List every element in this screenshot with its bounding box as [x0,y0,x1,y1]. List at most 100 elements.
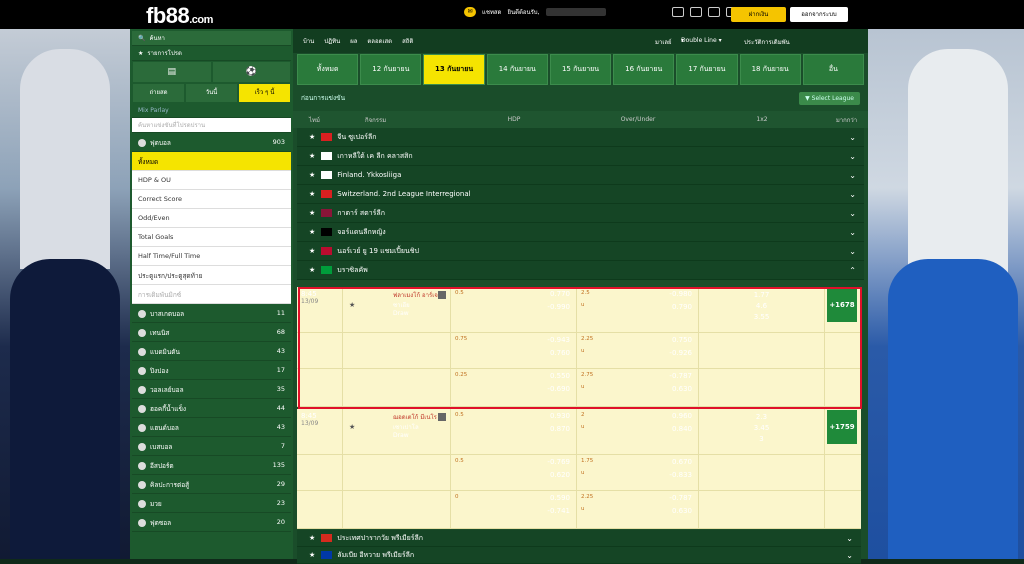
hdp-away-odds[interactable]: -0.741 [547,507,570,515]
date-tab[interactable]: ทั้งหมด [297,54,359,85]
over-odds[interactable]: -0.787 [669,494,692,502]
date-tab[interactable]: 18 กันยายน [739,54,801,85]
star-icon[interactable]: ★ [309,266,315,274]
date-tab[interactable]: 15 กันยายน [549,54,612,85]
star-icon[interactable]: ★ [349,423,355,431]
sport-item[interactable]: แฮนด์บอล 43 [132,418,291,437]
league-row[interactable]: ★ จีน ซูเปอร์ลีก ⌄ [297,128,864,147]
sport-item[interactable]: บาสเกตบอล 11 [132,304,291,323]
star-icon[interactable]: ★ [309,551,315,559]
hdp-away-odds[interactable]: 0.870 [550,425,570,433]
home-team[interactable]: ฌอดเตโก้ มีเนโร [393,412,444,422]
odds-type-select[interactable]: Double Line ▾ [681,37,722,44]
hdp-home-odds[interactable]: 0.930 [550,412,570,420]
bet-type-odd-even[interactable]: Odd/Even [132,209,291,228]
bet-history-link[interactable]: ประวัติการเดิมพัน [744,37,790,47]
favorites-item[interactable]: ★ รายการโปรด [132,46,291,61]
away-team[interactable]: เซาเปาโล [393,422,444,432]
league-row[interactable]: ★ เกาหลีใต้ เค ลีก คลาสสิก ⌄ [297,147,864,166]
select-league-button[interactable]: ▼ Select League [799,91,860,105]
league-row[interactable]: ★ นอร์เวย์ ยู 19 แชมเปี้ยนชิป ⌄ [297,242,864,261]
date-tab[interactable]: 16 กันยายน [613,54,675,85]
date-tab[interactable]: 17 กันยายน [676,54,738,85]
ou-cell[interactable]: 2.25 u -0.787 0.630 [577,491,699,528]
star-icon[interactable]: ★ [309,171,315,179]
star-icon[interactable]: ★ [309,190,315,198]
search-item[interactable]: 🔍 ค้นหา [132,31,291,46]
chat-icon[interactable]: ✉ [464,7,476,17]
nav-home[interactable]: บ้าน [303,36,314,46]
chevron-down-icon[interactable]: ⌄ [849,152,856,161]
sport-item[interactable]: แบดมินตัน 43 [132,342,291,361]
1x2-odds[interactable]: 3.45 [699,423,824,434]
chevron-up-icon[interactable]: ⌃ [849,266,856,275]
bet-type-ht-ft[interactable]: Half Time/Full Time [132,247,291,266]
chevron-down-icon[interactable]: ⌄ [846,551,853,560]
ou-cell[interactable]: 2 u 0.960 0.840 [577,409,699,454]
league-row[interactable]: ★ Switzerland. 2nd League Interregional ⌄ [297,185,864,204]
league-row[interactable]: ★ ประเทศปารากวัย พรีเมียร์ลีก ⌄ [297,530,861,547]
chevron-down-icon[interactable]: ⌄ [849,171,856,180]
star-icon[interactable]: ★ [309,534,315,542]
league-row[interactable]: ★ กาตาร์ สตาร์ลีก ⌄ [297,204,864,223]
list-view-icon[interactable]: ▤ [133,62,211,82]
chevron-down-icon[interactable]: ⌄ [849,133,856,142]
language-select[interactable]: มาเลย์ [655,37,672,47]
logout-button[interactable]: ออกจากระบบ [790,7,848,22]
chevron-down-icon[interactable]: ⌄ [849,247,856,256]
star-icon[interactable]: ★ [309,228,315,236]
date-tab[interactable]: อื่น [802,54,864,85]
star-icon[interactable]: ★ [309,209,315,217]
hdp-away-odds[interactable]: 0.620 [550,471,570,479]
date-tab[interactable]: 14 กันยายน [486,54,548,85]
deposit-button[interactable]: ฝากเงิน [731,7,786,22]
star-icon[interactable]: ★ [309,133,315,141]
bet-type-mix[interactable]: การเดิมพันมิกซ์ [132,285,291,304]
tab-live[interactable]: ถ่ายสด [133,84,184,102]
date-tab[interactable]: 13 กันยายน [423,54,485,85]
hdp-home-odds[interactable]: 0.590 [550,494,570,502]
fb88-logo[interactable]: fb88.com [146,3,213,29]
over-odds[interactable]: 0.960 [672,412,692,420]
nav-results[interactable]: ผล [350,36,357,46]
nav-calendar[interactable]: ปฏิทิน [324,36,340,46]
sport-item[interactable]: ปิงปอง 17 [132,361,291,380]
1x2-odds[interactable]: 3 [699,434,824,445]
chevron-down-icon[interactable]: ⌄ [849,228,856,237]
chevron-down-icon[interactable]: ⌄ [849,209,856,218]
nav-outright[interactable]: ตลอดเสด [367,36,392,46]
chevron-down-icon[interactable]: ⌄ [846,534,853,543]
hdp-cell[interactable]: 0.5 -0.769 0.620 [451,455,577,490]
sport-item[interactable]: วอลเลย์บอล 35 [132,380,291,399]
sport-football[interactable]: ฟุตบอล 903 [132,133,291,152]
1x2-cell[interactable]: 2.3 3.45 3 [699,409,825,454]
league-row[interactable]: ★ Finland. Ykkosliiga ⌄ [297,166,864,185]
settings-icon[interactable] [671,7,684,17]
under-odds[interactable]: 0.630 [672,507,692,515]
bet-type-all[interactable]: ทั้งหมด [132,152,291,171]
mix-parlay-item[interactable]: Mix Parlay [132,103,291,118]
1x2-cell[interactable] [699,455,825,490]
1x2-odds[interactable]: 2.3 [699,412,824,423]
star-icon[interactable]: ★ [309,247,315,255]
over-odds[interactable]: 0.670 [672,458,692,466]
ou-cell[interactable]: 1.75 u 0.670 -0.833 [577,455,699,490]
star-icon[interactable]: ★ [309,152,315,160]
stats-chart-icon[interactable] [438,413,446,421]
tab-upcoming[interactable]: เร็ว ๆ นี้ [239,84,290,102]
sport-item[interactable]: ฮอคกี้น้ำแข็ง 44 [132,399,291,418]
date-tab[interactable]: 12 กันยายน [360,54,422,85]
hdp-cell[interactable]: 0 0.590 -0.741 [451,491,577,528]
flag-icon[interactable] [689,7,702,17]
league-row[interactable]: ★ บราซิลคัพ ⌃ [297,261,864,280]
soccer-view-icon[interactable]: ⚽ [212,62,290,82]
league-search-input[interactable]: ค้นหาแข่งขันที่โปรดปราน [132,118,291,133]
bet-type-hdp-ou[interactable]: HDP & OU [132,171,291,190]
under-odds[interactable]: -0.833 [669,471,692,479]
1x2-cell[interactable] [699,491,825,528]
tab-today[interactable]: วันนี้ [186,84,237,102]
league-row[interactable]: ★ ลัมเบีย อีหวาย พรีเมียร์ลีก ⌄ [297,547,861,564]
sport-item[interactable]: เบสบอล 7 [132,437,291,456]
sport-item[interactable]: คิลปะการต่อสู้ 29 [132,475,291,494]
more-markets-button[interactable]: +1759 [827,410,857,444]
